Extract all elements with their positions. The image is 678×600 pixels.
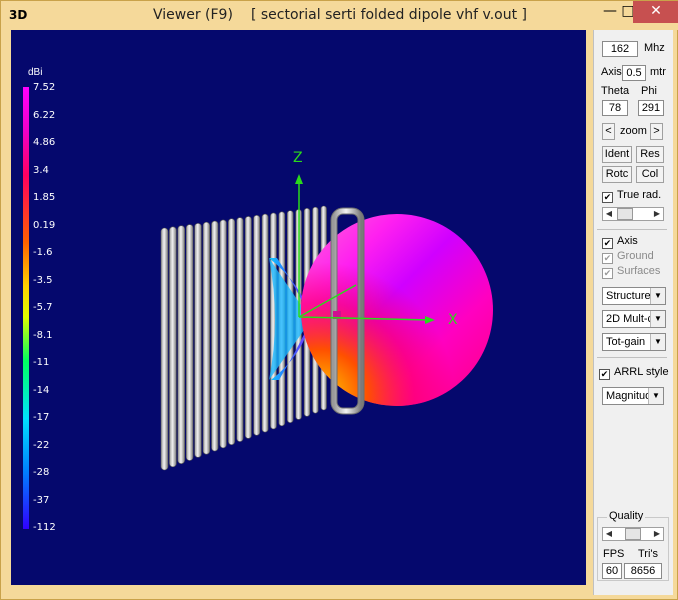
zoom-in-button[interactable]: > [650,123,663,140]
phi-input[interactable]: 291 [638,100,664,116]
tris-label: Tri's [638,548,659,560]
reflector-rod [244,216,252,439]
slider-thumb[interactable] [625,528,641,540]
3d-viewport[interactable]: Z X dBi 7.52 6.22 4.86 3.4 1.85 0.19 -1.6 -3.5 -… [11,30,586,585]
window-title: Viewer (F9) [ sectorial serti folded dipo… [1,7,678,23]
gain-legend: dBi 7.52 6.22 4.86 3.4 1.85 0.19 -1.6 -3.5 -5.7 -… [17,67,67,537]
reflector-rod [160,227,169,471]
slider-right-arrow-icon[interactable]: ▶ [651,208,663,220]
slider-right-arrow-icon[interactable]: ▶ [651,528,663,540]
reflector-rod [219,219,227,449]
rotc-button[interactable]: Rotc [602,166,632,183]
legend-unit: dBi [28,67,43,78]
legend-value: 1.85 [33,192,56,203]
reflector-rod [253,214,261,436]
reflector-rod [211,220,219,452]
chevron-down-icon[interactable]: ▼ [650,288,665,304]
col-button[interactable]: Col [636,166,664,183]
legend-value: -5.7 [33,302,53,313]
fps-label: FPS [603,548,625,560]
axis-x-label: X [448,312,458,328]
chevron-down-icon[interactable]: ▼ [648,388,663,404]
legend-value: 6.22 [33,109,56,121]
separator [597,357,667,358]
true-rad-checkbox[interactable]: ✔ True rad. [602,189,661,203]
legend-value: -8.1 [33,329,53,341]
quality-label: Quality [607,510,646,522]
reflector-rod [261,213,269,433]
tris-value: 8656 [624,563,662,579]
chevron-down-icon[interactable]: ▼ [650,311,665,327]
res-button[interactable]: Res [636,146,664,163]
control-panel: 162 Mhz Axis 0.5 mtr Theta Phi 78 291 < … [593,30,673,595]
axis-length-input[interactable]: 0.5 [622,65,646,81]
axis-z-label: Z [293,150,303,166]
reflector-rod [177,225,185,464]
plot-mode-select[interactable]: 2D Mult-c ▼ [602,310,666,328]
check-icon: ✔ [602,192,613,203]
axis-length-label: Axis [601,66,622,78]
quality-slider[interactable]: ◀ ▶ [602,527,664,541]
fps-value: 60 [602,563,622,579]
reflector-rod [236,217,244,442]
legend-value: -28 [33,467,50,478]
legend-value: -22 [33,439,50,451]
legend-value: -3.5 [33,274,53,286]
legend-value: -11 [33,357,50,368]
axis-checkbox[interactable]: ✔ Axis [602,235,638,249]
chevron-down-icon[interactable]: ▼ [650,334,665,350]
window-title-viewer: Viewer (F9) [153,7,233,23]
ground-checkbox: ✔ Ground [602,250,654,264]
slider-thumb[interactable] [617,208,633,220]
viewer-window: 3D Viewer (F9)[ sectorial serti folded d… [0,0,678,600]
check-icon: ✔ [602,268,613,279]
structure-select[interactable]: Structure ▼ [602,287,666,305]
legend-value: -37 [33,494,50,506]
legend-value: -112 [33,522,56,533]
theta-input[interactable]: 78 [602,100,628,116]
window-title-file: [ sectorial serti folded dipole vhf v.ou… [250,7,527,23]
legend-value: -1.6 [33,247,53,258]
legend-value: 4.86 [33,137,56,148]
axis-length-unit: mtr [650,66,666,78]
radiation-pattern-scene[interactable]: Z X [11,30,586,585]
check-icon: ✔ [602,253,613,264]
reflector-rod [194,223,202,458]
reflector-rod [169,226,177,468]
theta-label: Theta [601,85,630,97]
surfaces-checkbox: ✔ Surfaces [602,265,661,279]
ident-button[interactable]: Ident [602,146,632,163]
true-rad-slider[interactable]: ◀ ▶ [602,207,664,221]
separator [597,229,667,230]
legend-value: 3.4 [33,164,49,176]
legend-value: -17 [33,412,50,423]
front-lobe [301,214,493,406]
legend-value: 7.52 [33,82,56,93]
title-bar[interactable]: 3D Viewer (F9)[ sectorial serti folded d… [1,1,678,30]
legend-value: 0.19 [33,219,56,231]
legend-color-scale [23,87,29,529]
legend-value: -14 [33,384,50,396]
arrl-style-checkbox[interactable]: ✔ ARRL style [599,366,669,380]
zoom-out-button[interactable]: < [602,123,615,140]
phi-label: Phi [641,85,657,97]
scale-type-select[interactable]: Magnitud ▼ [602,387,664,405]
reflector-rods [160,205,327,471]
gain-type-select[interactable]: Tot-gain ▼ [602,333,666,351]
reflector-rod [202,221,211,455]
check-icon: ✔ [602,238,613,249]
zoom-label: zoom [620,125,647,137]
reflector-rod [185,224,194,461]
close-button[interactable]: ✕ [633,1,678,23]
slider-left-arrow-icon[interactable]: ◀ [603,208,615,220]
frequency-unit: Mhz [644,42,665,54]
frequency-input[interactable]: 162 [602,41,638,57]
check-icon: ✔ [599,369,610,380]
slider-left-arrow-icon[interactable]: ◀ [603,528,615,540]
reflector-rod [228,218,236,446]
